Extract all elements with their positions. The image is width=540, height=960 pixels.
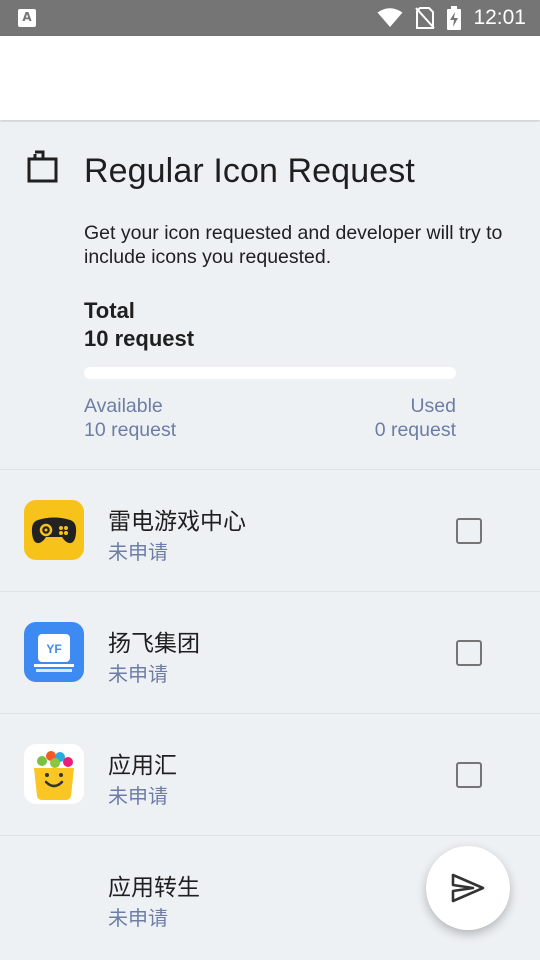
request-checkbox[interactable] <box>456 640 482 666</box>
status-bar: A 12:01 <box>0 0 540 36</box>
total-value: 10 request <box>84 326 195 351</box>
app-bar <box>0 36 540 120</box>
app-name: 应用汇 <box>108 753 177 779</box>
app-name: 扬飞集团 <box>108 631 200 657</box>
app-list-item[interactable]: YF 扬飞集团 未申请 <box>0 591 540 713</box>
app-status: 未申请 <box>108 784 168 808</box>
app-name: 雷电游戏中心 <box>108 509 246 535</box>
send-icon <box>451 873 485 903</box>
usage-progress-bar <box>84 367 456 379</box>
available-label: Available <box>84 395 163 417</box>
app-status: 未申请 <box>108 540 168 564</box>
request-checkbox[interactable] <box>456 518 482 544</box>
app-list-item[interactable]: 雷电游戏中心 未申请 <box>0 469 540 591</box>
status-icons: 12:01 <box>377 0 526 36</box>
status-time: 12:01 <box>473 6 526 29</box>
app-list-item[interactable]: 应用汇 未申请 <box>0 713 540 835</box>
wifi-icon <box>377 8 403 27</box>
card-description: Get your icon requested and developer wi… <box>84 222 503 268</box>
used-label: Used <box>410 395 456 417</box>
send-request-button[interactable] <box>426 846 510 930</box>
request-card: Regular Icon Request Get your icon reque… <box>0 122 540 468</box>
request-checkbox[interactable] <box>456 762 482 788</box>
shopping-bag-app-icon <box>24 744 84 804</box>
yf-app-icon: YF <box>24 622 84 682</box>
app-name: 应用转生 <box>108 875 200 901</box>
total-label: Total <box>84 298 135 323</box>
a-font-icon: A <box>18 9 36 27</box>
app-status: 未申请 <box>108 662 168 686</box>
svg-text:YF: YF <box>46 642 61 656</box>
no-sim-icon <box>415 7 436 29</box>
available-value: 10 request <box>84 419 177 441</box>
card-title: Regular Icon Request <box>84 152 415 190</box>
app-status: 未申请 <box>108 906 168 930</box>
gamepad-app-icon <box>24 500 84 560</box>
used-value: 0 request <box>374 419 456 441</box>
battery-charging-icon <box>447 6 462 30</box>
folder-open-icon <box>27 150 58 183</box>
